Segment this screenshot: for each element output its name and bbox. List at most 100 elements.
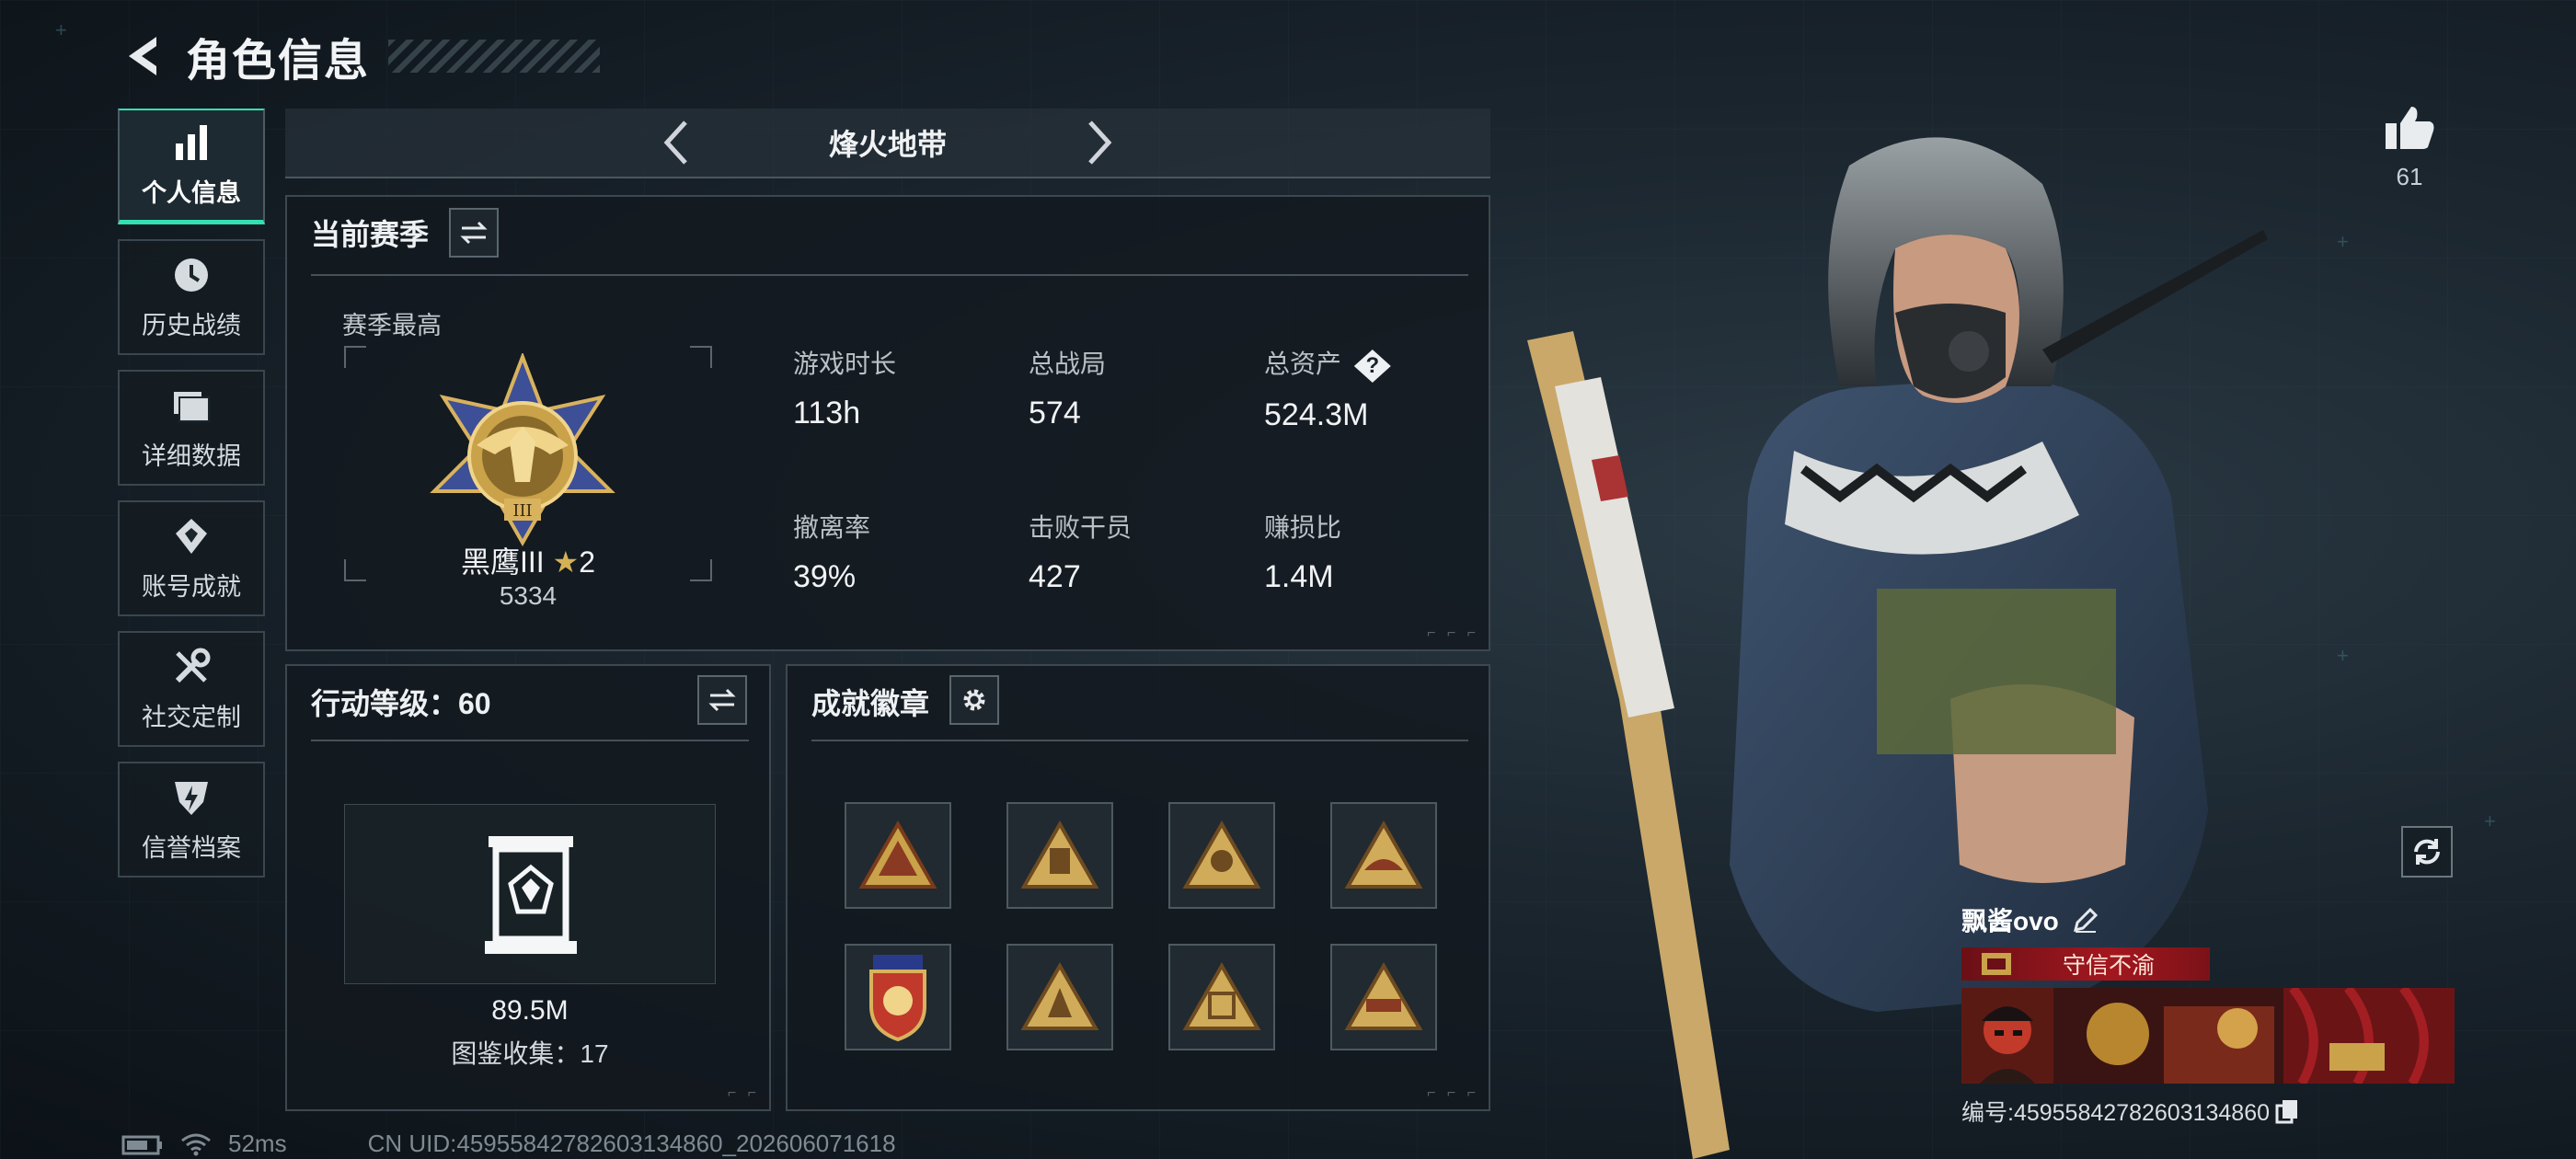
stat-label: 总战局 [1029,350,1107,378]
achievement-badge[interactable] [1168,944,1275,1050]
sidebar-item-credit-profile[interactable]: 信誉档案 [118,762,265,878]
sidebar-item-social-custom[interactable]: 社交定制 [118,631,265,747]
season-best-label: 赛季最高 [342,312,442,339]
season-panel: 当前赛季 赛季最高 III 黑鹰III ★2 5334 游戏时长 113h 总战… [285,195,1490,651]
title-decoration [388,40,601,73]
action-level-panel: 行动等级：60 89.5M 图鉴收集：17 ⌐ ⌐ [285,664,771,1111]
stat-label: 撤离率 [793,513,871,542]
hud-cross-mark: + [2484,809,2496,832]
achievement-badges-panel: 成就徽章 ⌐ ⌐ ⌐ [786,664,1490,1111]
collection-display[interactable] [344,804,716,984]
banner-artwork [2053,988,2455,1084]
achievement-badge[interactable] [1330,802,1437,909]
stat-label: 游戏时长 [793,350,897,378]
tools-icon [175,648,211,683]
collection-value: 89.5M [491,995,569,1026]
sidebar-item-label: 详细数据 [142,442,241,470]
stat-extraction-rate: 撤离率 39% [793,508,870,595]
stat-value: 39% [793,559,857,594]
stat-operators-defeated: 击败干员 427 [1029,508,1132,595]
hud-cross-mark: + [2337,230,2349,253]
sidebar-item-history[interactable]: 历史战绩 [118,239,265,355]
rank-line: 黑鹰III ★2 [342,539,714,581]
season-title: 当前赛季 [311,218,430,251]
switch-season-button[interactable] [449,208,499,258]
refresh-button[interactable] [2401,826,2453,878]
stat-label: 赚损比 [1264,513,1342,542]
rank-name: 黑鹰III [460,545,545,579]
stat-profit-loss-ratio: 赚损比 1.4M [1264,508,1341,595]
triangle-badge-icon [1020,820,1099,889]
page-header: 角色信息 [120,24,601,88]
triangle-badge-icon [1020,962,1099,1030]
player-uid: 编号:4595584278260313486​0 [1961,1100,2271,1126]
corner-decoration: ⌐ ⌐ [727,1085,760,1101]
like-widget[interactable]: 61 [2377,103,2442,191]
player-title-text: 守信不渝 [2063,953,2156,979]
sidebar-item-personal-info[interactable]: 个人信息 [118,109,265,224]
title-emblem-icon [1982,953,2011,975]
sidebar-item-label: 社交定制 [142,703,241,731]
bar-chart-icon [176,125,207,160]
player-uid-row: 编号:4595584278260313486​0 [1961,1095,2458,1128]
stat-total-assets: 总资产 ? 524.3M [1264,344,1391,433]
sidebar-item-label: 个人信息 [142,179,241,207]
sidebar-item-label: 账号成就 [142,572,241,601]
like-count: 61 [2396,163,2423,190]
help-icon[interactable]: ? [1353,350,1391,383]
achievement-badge[interactable] [845,944,951,1050]
thumbs-up-icon[interactable] [2384,103,2435,151]
chevron-left-icon[interactable] [658,115,695,170]
triangle-badge-icon [1344,962,1423,1030]
triangle-badge-icon [858,820,937,889]
chevron-right-icon[interactable] [1081,115,1118,170]
achievement-badge[interactable] [1006,944,1113,1050]
achievement-badge[interactable] [1330,944,1437,1050]
stat-label: 击败干员 [1029,513,1133,542]
ping-value: 52ms [228,1130,287,1157]
swap-icon [708,688,736,712]
sidebar-item-detailed-data[interactable]: 详细数据 [118,370,265,486]
player-banner[interactable] [1961,988,2455,1084]
client-uid: CN UID:4595584278260313486​0_20260607161… [367,1130,896,1157]
divider [311,740,749,741]
refresh-icon [2414,839,2440,865]
switch-level-button[interactable] [697,675,747,725]
sidebar-item-achievements[interactable]: 账号成就 [118,500,265,616]
achievement-badge[interactable] [1168,802,1275,909]
badge-settings-button[interactable] [949,675,999,725]
svg-text:III: III [512,501,532,521]
credit-shield-icon [175,781,208,815]
stat-value: 113h [793,396,861,430]
hud-cross-mark: + [2337,644,2349,667]
action-level-title: 行动等级：60 [311,687,491,720]
back-arrow-icon[interactable] [120,31,164,81]
achievement-icon [176,518,207,554]
achievement-title: 成就徽章 [811,687,930,720]
history-clock-icon [175,258,208,292]
player-title-tag[interactable]: 守信不渝 [1961,947,2210,981]
achievement-badge[interactable] [1006,802,1113,909]
rank-points: 5334 [499,581,558,610]
copy-icon[interactable] [2275,1098,2299,1124]
divider [811,740,1468,741]
shield-badge-icon [869,955,926,1042]
collection-count: 图鉴收集：17 [451,1039,609,1068]
stat-value: 1.4M [1264,559,1334,594]
star-icon: ★ [552,545,580,579]
stat-value: 427 [1029,559,1081,594]
achievement-badge[interactable] [845,802,951,909]
corner-decoration: ⌐ ⌐ ⌐ [1427,625,1479,641]
player-name-row: 飘酱ovo [1961,901,2458,938]
edit-pencil-icon[interactable] [2072,906,2099,934]
folder-icon [174,391,210,422]
sidebar-item-label: 历史战绩 [142,311,241,339]
stat-value: 574 [1029,396,1081,430]
status-bar: 52ms CN UID:4595584278260313486​0_202606… [121,1130,896,1158]
stat-label: 总资产 ? [1264,344,1391,383]
triangle-badge-icon [1182,962,1261,1030]
battery-icon [121,1135,162,1154]
divider [311,274,1468,276]
triangle-badge-icon [1182,820,1261,889]
gear-icon [963,689,985,711]
